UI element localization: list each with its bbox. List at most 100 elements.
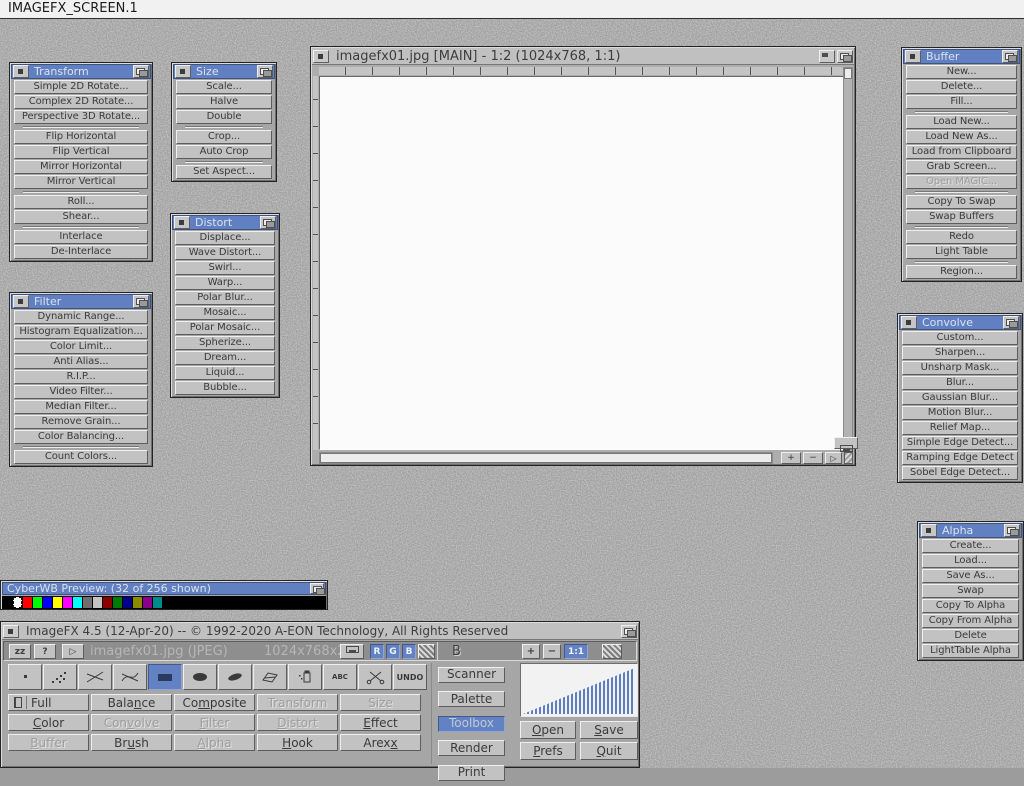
panel-button[interactable]: Save As... (922, 569, 1019, 583)
depth-icon[interactable] (1004, 524, 1020, 537)
close-icon[interactable] (921, 524, 937, 537)
panel-button[interactable]: Polar Blur... (175, 291, 275, 305)
color-swatch[interactable] (253, 597, 262, 608)
panel-button[interactable]: Flip Horizontal (14, 130, 148, 144)
color-swatch[interactable] (183, 597, 192, 608)
screen-mode-button[interactable] (834, 437, 858, 449)
toolbox-section-button[interactable]: Arexx (340, 734, 421, 751)
panel-button[interactable]: Blur... (902, 376, 1018, 390)
depth-icon[interactable] (260, 216, 276, 229)
tool-oval-button[interactable] (183, 664, 217, 690)
help-button[interactable]: ? (34, 644, 56, 659)
panel-button[interactable]: Copy To Swap (906, 195, 1017, 209)
panel-button[interactable]: Bubble... (175, 381, 275, 395)
panel-button[interactable]: Simple Edge Detect... (902, 436, 1018, 450)
toolbox-section-button[interactable]: Composite (174, 694, 255, 711)
panel-button[interactable]: Swap Buffers (906, 210, 1017, 224)
system-button[interactable]: Save (580, 721, 638, 739)
alpha-titlebar[interactable]: Alpha (919, 523, 1022, 538)
toolbox-section-button[interactable]: Color (8, 714, 89, 731)
tool-polygon-button[interactable] (253, 664, 287, 690)
zoom-ratio-button[interactable]: 1:1 (564, 644, 588, 659)
image-canvas[interactable] (319, 76, 845, 450)
panel-button[interactable]: Relief Map... (902, 421, 1018, 435)
panel-button[interactable]: Spherize... (175, 336, 275, 350)
panel-button[interactable]: Warp... (175, 276, 275, 290)
zoom-out-button[interactable]: − (803, 452, 823, 464)
depth-icon[interactable] (310, 583, 324, 594)
toolbox-section-button[interactable]: Effect (340, 714, 421, 731)
panel-button[interactable]: Dream... (175, 351, 275, 365)
panel-button[interactable]: Mirror Vertical (14, 175, 148, 189)
close-icon[interactable] (175, 65, 191, 78)
panel-button[interactable]: Color Balancing... (14, 430, 148, 444)
panel-button[interactable]: Simple 2D Rotate... (14, 80, 148, 94)
depth-icon[interactable] (257, 65, 273, 78)
toolbox-section-button[interactable]: Transform (257, 694, 338, 711)
color-swatch[interactable] (263, 597, 272, 608)
screen-mode-button[interactable] (340, 644, 364, 659)
color-swatch[interactable] (313, 597, 322, 608)
panel-button[interactable]: Delete (922, 629, 1019, 643)
tool-airbrush-button[interactable] (43, 664, 77, 690)
channel-toggle-button[interactable]: B (402, 644, 416, 659)
color-swatch[interactable] (73, 597, 82, 608)
transform-titlebar[interactable]: Transform (11, 64, 151, 79)
tool-point-button[interactable] (8, 664, 42, 690)
sleep-button[interactable]: zz (9, 644, 31, 659)
tool-fill-button[interactable] (288, 664, 322, 690)
size-titlebar[interactable]: Size (173, 64, 275, 79)
panel-button[interactable]: R.I.P... (14, 370, 148, 384)
toolbox-section-button[interactable]: Size (340, 694, 421, 711)
panel-button[interactable]: Swirl... (175, 261, 275, 275)
panel-button[interactable]: Displace... (175, 231, 275, 245)
image-window-titlebar[interactable]: imagefx01.jpg [MAIN] - 1:2 (1024x768, 1:… (312, 48, 854, 65)
panel-button[interactable]: Scale... (176, 80, 272, 94)
color-swatch[interactable] (113, 597, 122, 608)
color-swatch[interactable] (223, 597, 232, 608)
close-icon[interactable] (3, 625, 19, 638)
panel-button[interactable]: Load from Clipboard (906, 145, 1017, 159)
color-swatch[interactable] (63, 597, 72, 608)
panel-button[interactable]: Wave Distort... (175, 246, 275, 260)
panel-button[interactable]: New... (906, 65, 1017, 79)
panel-button[interactable]: LightTable Alpha (922, 644, 1019, 658)
panel-button[interactable]: Load New... (906, 115, 1017, 129)
color-swatch[interactable] (163, 597, 172, 608)
color-swatch[interactable] (23, 597, 32, 608)
panel-button[interactable]: Double (176, 110, 272, 124)
distort-titlebar[interactable]: Distort (172, 215, 278, 230)
close-icon[interactable] (174, 216, 190, 229)
vertical-scroll-thumb[interactable] (844, 68, 852, 79)
pan-button[interactable]: ▷ (825, 452, 842, 464)
panel-button[interactable]: Mirror Horizontal (14, 160, 148, 174)
panel-button[interactable]: Grab Screen... (906, 160, 1017, 174)
toolbox-section-button[interactable]: Convolve (91, 714, 172, 731)
color-swatch[interactable] (133, 597, 142, 608)
color-swatch[interactable] (243, 597, 252, 608)
system-button[interactable]: Open (520, 721, 576, 739)
panel-button[interactable]: Load New As... (906, 130, 1017, 144)
tool-text-button[interactable]: ABC (323, 664, 357, 690)
tool-box-button[interactable] (148, 664, 182, 690)
color-swatch[interactable] (13, 597, 22, 608)
panel-button[interactable]: Flip Vertical (14, 145, 148, 159)
panel-button[interactable]: Open MAGIC... (906, 175, 1017, 189)
color-swatch[interactable] (143, 597, 152, 608)
color-swatch[interactable] (43, 597, 52, 608)
color-swatch[interactable] (153, 597, 162, 608)
panel-button[interactable]: Ramping Edge Detect (902, 451, 1018, 465)
depth-icon[interactable] (133, 295, 149, 308)
toolbox-section-button[interactable]: Buffer (8, 734, 89, 751)
panel-button[interactable]: Motion Blur... (902, 406, 1018, 420)
panel-button[interactable]: Liquid... (175, 366, 275, 380)
macro-play-button[interactable]: ▷ (62, 644, 84, 659)
panel-button[interactable]: Gaussian Blur... (902, 391, 1018, 405)
color-swatch[interactable] (213, 597, 222, 608)
panel-button[interactable]: Mosaic... (175, 306, 275, 320)
tool-curve-button[interactable] (113, 664, 147, 690)
panel-button[interactable]: Region... (906, 265, 1017, 279)
panel-button[interactable]: Swap (922, 584, 1019, 598)
color-swatch[interactable] (193, 597, 202, 608)
zoom-in-button[interactable]: + (781, 452, 801, 464)
